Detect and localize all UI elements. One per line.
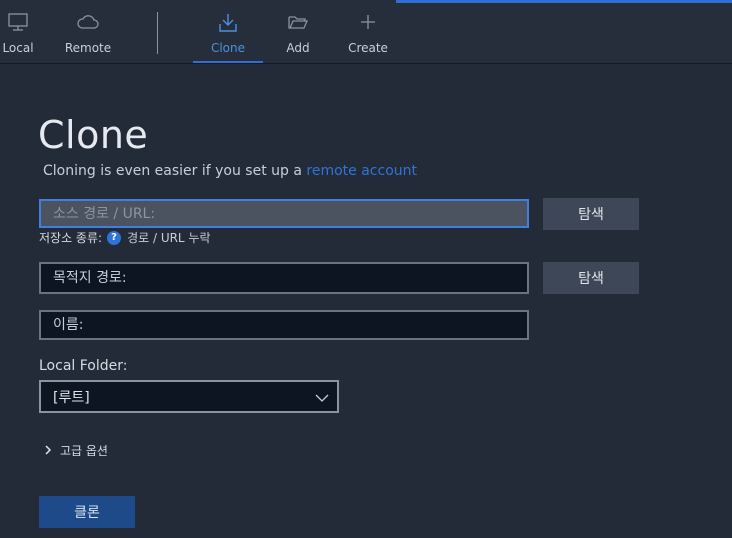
remote-account-link[interactable]: remote account — [306, 163, 417, 179]
local-folder-value: [루트] — [53, 389, 90, 406]
toolbar-local-button[interactable]: Local — [0, 12, 36, 63]
advanced-options-label: 고급 옵션 — [60, 444, 108, 458]
page-subtitle: Cloning is even easier if you set up a r… — [43, 163, 417, 179]
help-icon[interactable]: ? — [107, 230, 122, 245]
source-path-input[interactable] — [39, 199, 529, 228]
download-icon — [193, 12, 263, 36]
toolbar-clone-button[interactable]: Clone — [193, 12, 263, 63]
local-folder-select[interactable]: [루트] — [39, 380, 339, 413]
toolbar-local-label: Local — [2, 41, 34, 55]
monitor-icon — [0, 12, 36, 36]
toolbar-separator — [157, 12, 158, 54]
clone-button[interactable]: 클론 — [39, 496, 135, 528]
toolbar-remote-label: Remote — [64, 41, 112, 55]
toolbar-create-button[interactable]: Create — [345, 12, 391, 63]
plus-icon — [345, 12, 391, 36]
toolbar-remote-button[interactable]: Remote — [62, 12, 114, 63]
advanced-options-toggle[interactable]: 고급 옵션 — [44, 442, 108, 459]
chevron-right-icon — [44, 444, 52, 458]
browse-source-button[interactable]: 탐색 — [543, 198, 639, 230]
local-folder-label: Local Folder: — [39, 358, 128, 374]
toolbar-clone-label: Clone — [210, 41, 246, 55]
folder-open-icon — [277, 12, 319, 36]
repo-type-label: 저장소 종류: — [39, 231, 103, 245]
progress-accent-bar — [396, 0, 732, 3]
toolbar-add-button[interactable]: Add — [277, 12, 319, 63]
name-input[interactable] — [39, 310, 529, 340]
toolbar-create-label: Create — [348, 41, 388, 55]
repo-type-value: 경로 / URL 누락 — [127, 231, 211, 245]
destination-path-input[interactable] — [39, 262, 529, 294]
browse-destination-button[interactable]: 탐색 — [543, 262, 639, 294]
repo-type-row: 저장소 종류: ? 경로 / URL 누락 — [39, 229, 211, 246]
toolbar-add-label: Add — [286, 41, 310, 55]
subtitle-text: Cloning is even easier if you set up a — [43, 163, 302, 179]
cloud-icon — [62, 12, 114, 36]
page-title: Clone — [38, 113, 149, 157]
chevron-down-icon — [315, 391, 329, 407]
toolbar: Local Remote Clone Add Create — [0, 0, 732, 64]
